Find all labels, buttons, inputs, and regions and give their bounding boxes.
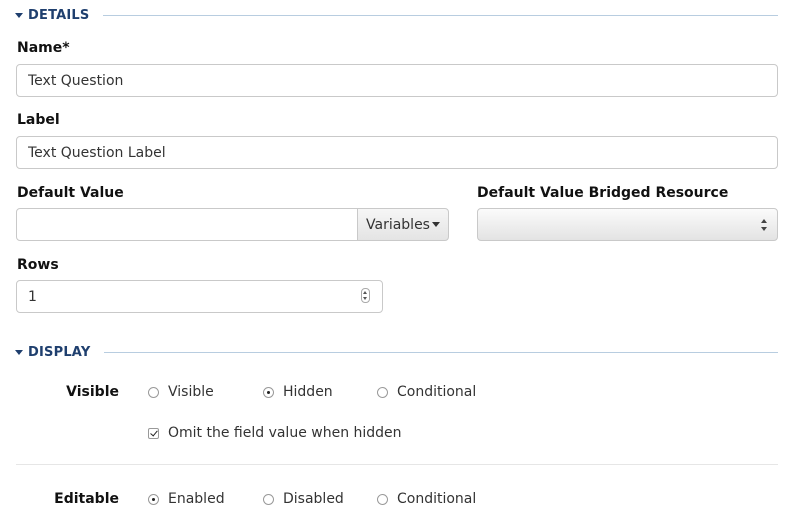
radio-label: Conditional <box>397 491 477 507</box>
radio-button[interactable] <box>263 493 274 505</box>
rows-label: Rows <box>17 257 59 273</box>
radio-label: Conditional <box>397 384 477 400</box>
visible-option-hidden[interactable]: Hidden <box>263 384 333 400</box>
visible-option-conditional[interactable]: Conditional <box>377 384 476 400</box>
name-input[interactable] <box>16 64 778 97</box>
radio-button[interactable] <box>148 386 159 398</box>
editable-option-conditional[interactable]: Conditional <box>377 491 476 507</box>
dropdown-caret-icon <box>431 222 440 227</box>
select-arrows-icon <box>761 218 769 232</box>
radio-button[interactable] <box>377 493 388 505</box>
section-divider <box>104 351 778 353</box>
variables-button-label: Variables <box>366 216 430 233</box>
rows-input[interactable] <box>16 280 383 313</box>
default-value-label: Default Value <box>17 185 124 201</box>
radio-label: Disabled <box>283 491 344 507</box>
number-spinner-icon[interactable] <box>361 288 370 303</box>
radio-button[interactable] <box>263 386 274 398</box>
display-section-title: DISPLAY <box>28 344 91 360</box>
variables-dropdown-button[interactable]: Variables <box>357 208 449 241</box>
radio-label: Visible <box>168 384 214 400</box>
collapse-caret-icon[interactable] <box>15 12 23 18</box>
section-divider <box>103 14 778 16</box>
visible-option-visible[interactable]: Visible <box>148 384 214 400</box>
display-section-header[interactable]: DISPLAY <box>15 342 778 362</box>
editable-label: Editable <box>54 491 119 507</box>
checkbox-label: Omit the field value when hidden <box>168 425 402 441</box>
omit-hidden-value-checkbox[interactable] <box>148 427 159 439</box>
collapse-caret-icon[interactable] <box>15 349 23 355</box>
editable-option-enabled[interactable]: Enabled <box>148 491 225 507</box>
bridged-resource-select[interactable] <box>477 208 778 241</box>
omit-hidden-value-option[interactable]: Omit the field value when hidden <box>148 425 402 441</box>
radio-label: Hidden <box>283 384 333 400</box>
details-section-title: DETAILS <box>28 7 90 23</box>
bridged-resource-label: Default Value Bridged Resource <box>477 185 729 201</box>
name-label: Name* <box>17 40 70 56</box>
details-section-header[interactable]: DETAILS <box>15 5 778 25</box>
default-value-input[interactable] <box>16 208 358 241</box>
label-label: Label <box>17 112 60 128</box>
radio-button[interactable] <box>148 493 159 505</box>
radio-button[interactable] <box>377 386 388 398</box>
label-input[interactable] <box>16 136 778 169</box>
row-divider <box>16 464 778 465</box>
radio-label: Enabled <box>168 491 225 507</box>
editable-option-disabled[interactable]: Disabled <box>263 491 344 507</box>
visible-label: Visible <box>66 384 119 400</box>
rows-field <box>16 280 383 313</box>
